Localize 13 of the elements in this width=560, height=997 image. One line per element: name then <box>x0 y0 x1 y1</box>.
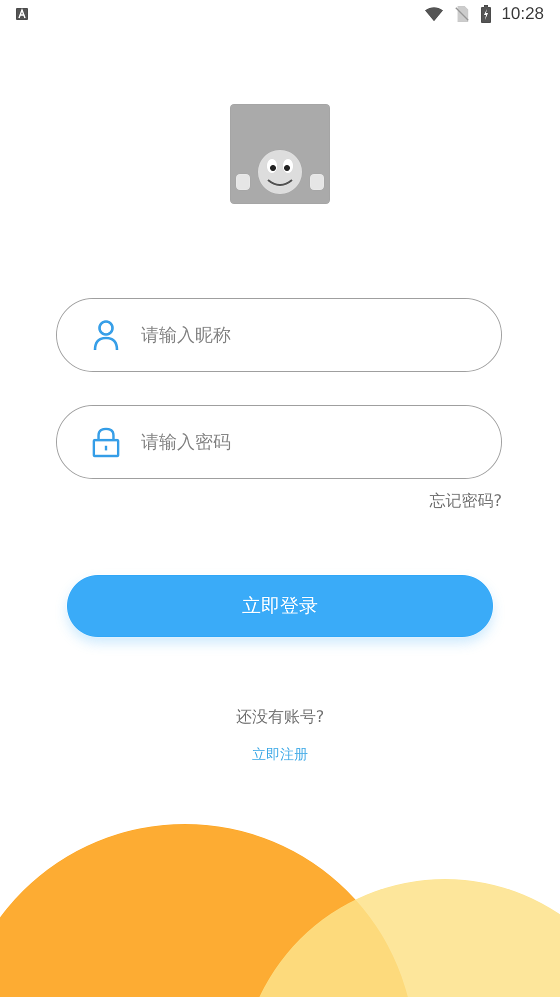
signup-prompt: 还没有账号? <box>236 707 324 728</box>
lock-icon <box>92 426 120 458</box>
user-icon <box>92 319 120 351</box>
battery-icon <box>481 5 492 23</box>
password-field[interactable]: 请输入密码 <box>56 405 502 479</box>
notification-icon <box>16 8 28 20</box>
status-time: 10:28 <box>501 4 544 24</box>
nickname-field[interactable]: 请输入昵称 <box>56 298 502 372</box>
register-link[interactable]: 立即注册 <box>252 746 308 764</box>
wifi-icon <box>425 6 444 22</box>
login-button[interactable]: 立即登录 <box>67 575 493 637</box>
no-sim-icon <box>453 6 472 22</box>
forgot-password-link[interactable]: 忘记密码? <box>430 491 502 512</box>
